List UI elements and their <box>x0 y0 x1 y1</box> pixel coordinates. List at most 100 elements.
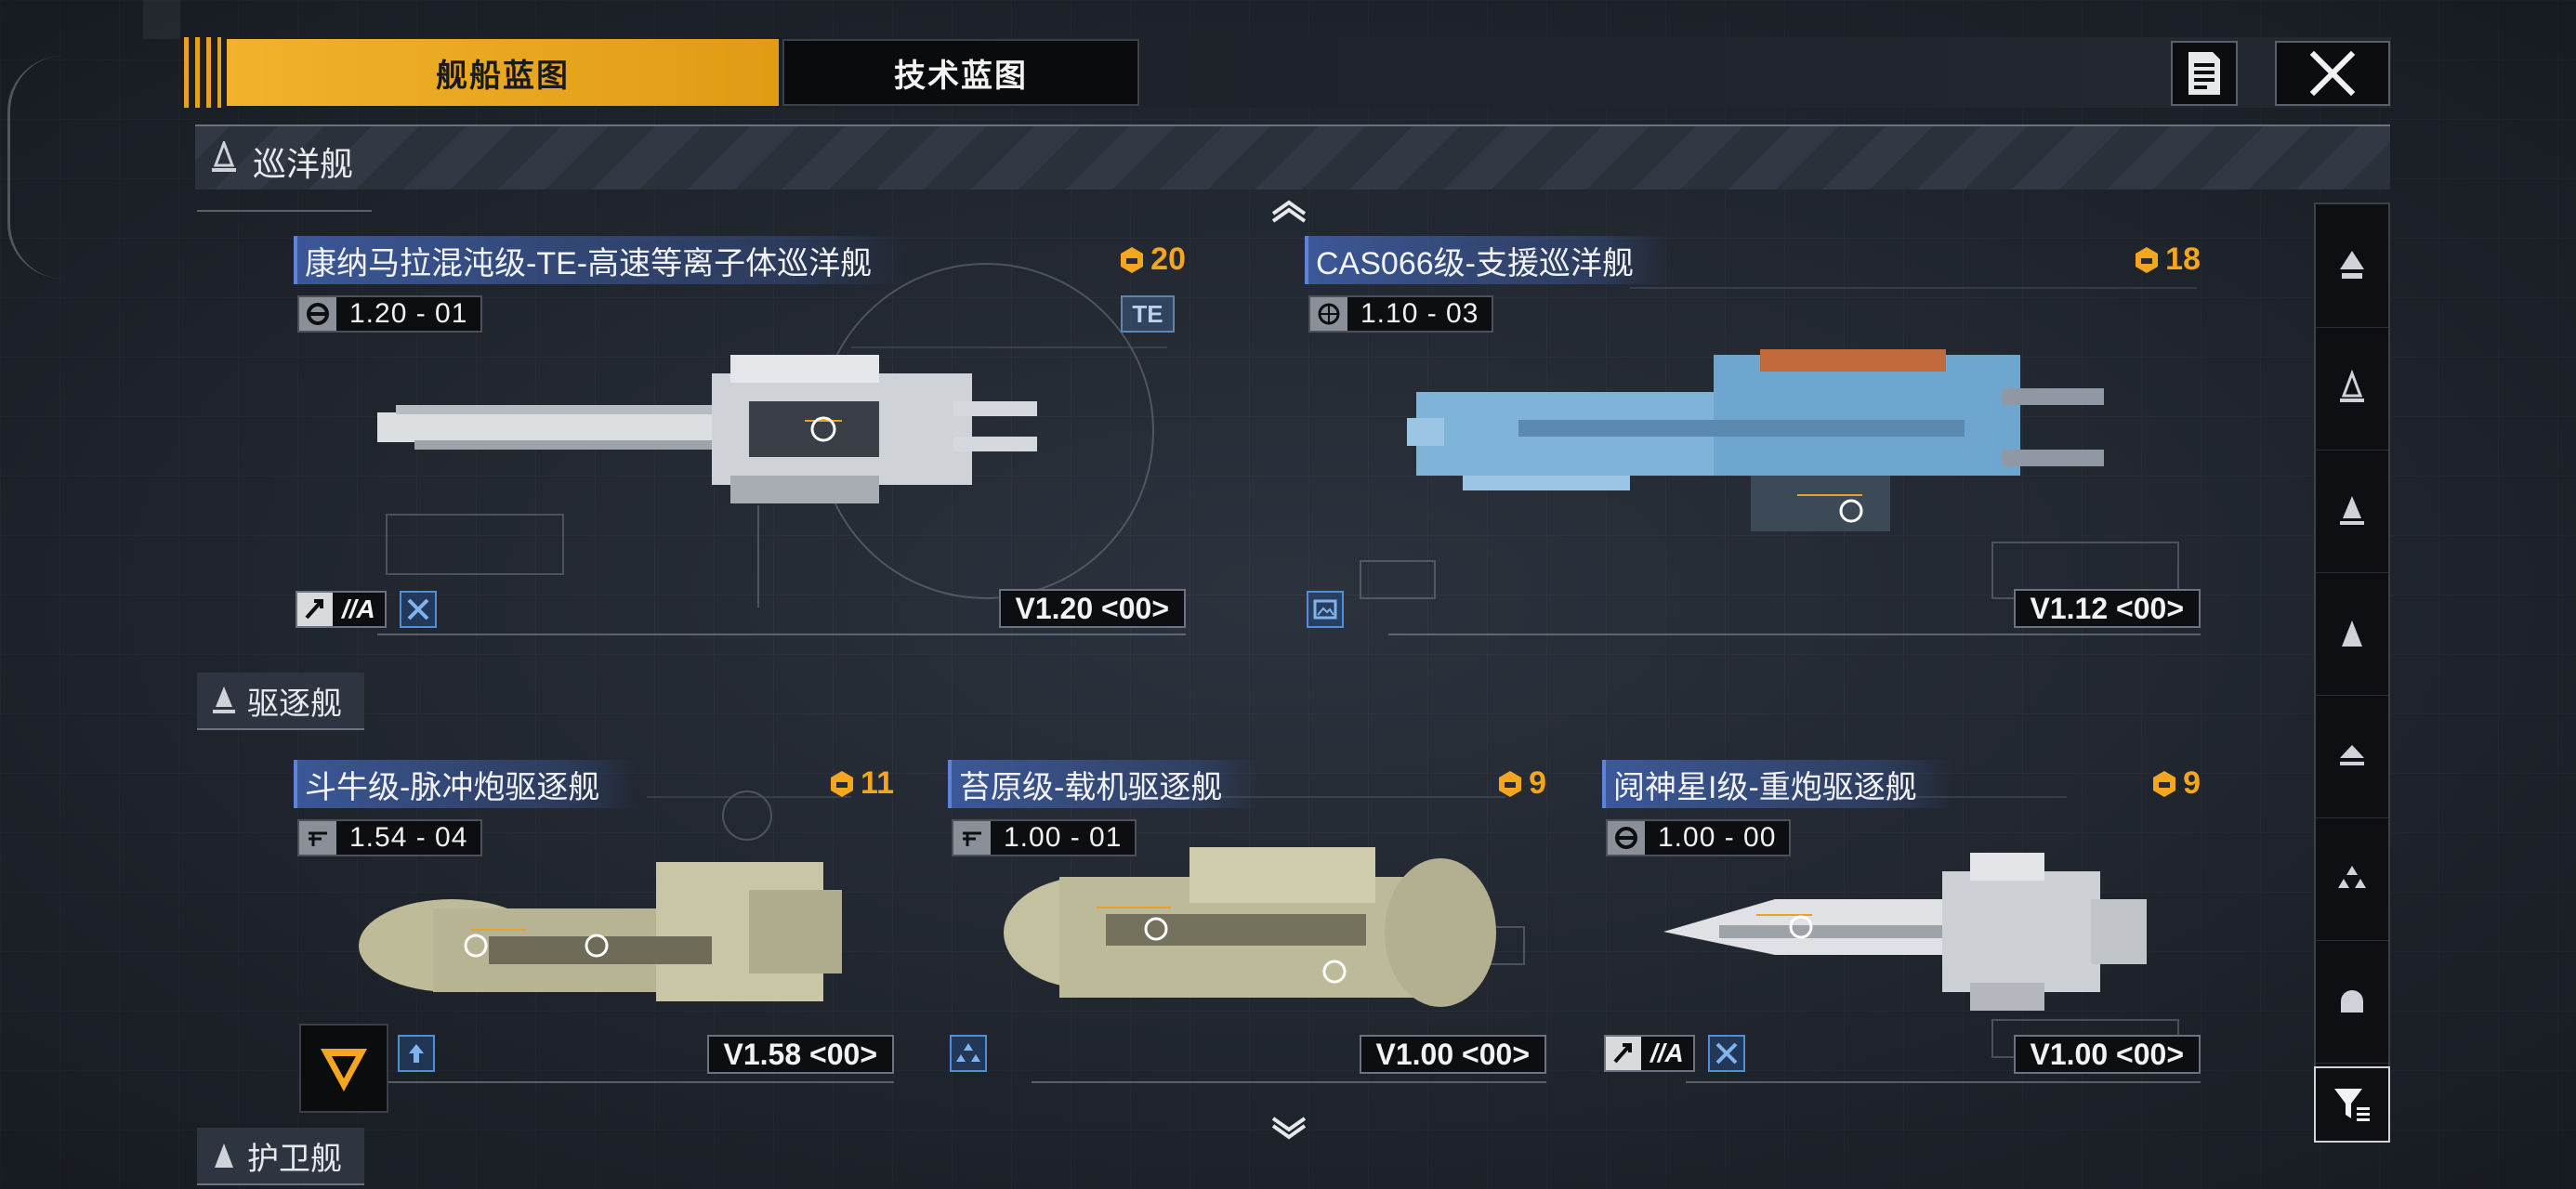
ship-cost: 11 <box>827 765 894 802</box>
card-baseline <box>1686 1081 2201 1083</box>
ship-title: 苔原级-载机驱逐舰 <box>948 760 1260 808</box>
ship-version-text: 1.00 - 00 <box>1658 822 1777 853</box>
rail-item-frigate[interactable] <box>2316 572 2388 696</box>
decorative-square <box>143 0 180 39</box>
rail-item-destroyer[interactable] <box>2316 450 2388 573</box>
cruiser-class-icon <box>212 141 236 172</box>
ship-cost: 18 <box>2132 242 2201 278</box>
ship-title: 斗牛级-脉冲炮驱逐舰 <box>294 760 637 808</box>
decorative-arc <box>7 56 66 279</box>
rail-item-battleship[interactable] <box>2316 204 2388 328</box>
scroll-down-icon[interactable] <box>1266 1117 1312 1144</box>
carrier-class-icon <box>2340 745 2364 765</box>
blueprint-version: V1.00 <00> <box>1359 1035 1546 1074</box>
close-icon <box>2309 50 2356 97</box>
ship-version-badge: 1.10 - 03 <box>1308 295 1494 333</box>
card-baseline <box>1032 1081 1546 1083</box>
filter-icon <box>2334 1089 2370 1121</box>
ship-card[interactable]: 苔原级-载机驱逐舰 9 1.00 - 01 V1.00 <00> <box>948 760 1546 1085</box>
manufacturer-icon <box>1310 297 1347 331</box>
ship-cost-value: 9 <box>2183 765 2201 801</box>
rail-item-cruiser[interactable] <box>2316 327 2388 451</box>
document-icon <box>2188 52 2220 95</box>
ship-cost-value: 18 <box>2165 242 2201 277</box>
ship-title: CAS066级-支援巡洋舰 <box>1305 236 1671 284</box>
tech-edition-tag: TE <box>1121 295 1175 333</box>
ship-model-image <box>1663 853 2147 1011</box>
card-baseline <box>1388 634 2201 635</box>
attack-role-icon <box>297 593 333 626</box>
ship-tags <box>1307 591 1344 628</box>
blueprint-version: V1.58 <00> <box>706 1035 894 1074</box>
ship-cost: 9 <box>2149 765 2201 802</box>
close-button[interactable] <box>2275 41 2390 106</box>
ship-model-image <box>377 355 1037 503</box>
weapon-type-badge <box>399 591 437 628</box>
card-baseline <box>377 634 1186 635</box>
triangle-emblem-icon <box>321 1049 367 1091</box>
blueprint-version: V1.12 <00> <box>2013 589 2201 628</box>
role-badge: //A <box>1604 1035 1695 1072</box>
filter-button[interactable] <box>2314 1066 2390 1143</box>
weapon-type-badge <box>1707 1035 1745 1072</box>
support-class-icon <box>2341 990 2363 1013</box>
ship-version-text: 1.10 - 03 <box>1360 298 1479 329</box>
hexagon-cost-icon <box>831 770 854 797</box>
blueprint-version: V1.00 <00> <box>2013 1035 2201 1074</box>
manufacturer-icon <box>1608 821 1645 855</box>
section-header-cruiser: 巡洋舰 <box>195 124 2390 189</box>
ship-card[interactable]: CAS066级-支援巡洋舰 18 1.10 - 03 V1.12 <00> <box>1305 236 2201 635</box>
rail-item-aircraft[interactable] <box>2316 817 2388 941</box>
landscape-icon <box>1313 599 1337 620</box>
ship-card[interactable]: 康纳马拉混沌级-TE-高速等离子体巡洋舰 20 1.20 - 01 TE //A… <box>294 236 1186 635</box>
ship-cost-value: 9 <box>1529 765 1546 801</box>
section-title: 巡洋舰 <box>253 145 354 183</box>
tab-tech-blueprint[interactable]: 技术蓝图 <box>782 39 1139 106</box>
ship-cost: 20 <box>1117 242 1186 278</box>
faction-badge[interactable] <box>299 1024 388 1113</box>
role-text: //A <box>1650 1039 1684 1067</box>
scrolled-section-remnant <box>197 182 372 212</box>
blueprint-tab-bar: 舰船蓝图 技术蓝图 <box>184 37 2391 108</box>
ship-card[interactable]: 阋神星I级-重炮驱逐舰 9 1.00 - 00 //A V1.00 <00> <box>1602 760 2201 1085</box>
ship-title: 阋神星I级-重炮驱逐舰 <box>1602 760 1954 808</box>
frigate-class-icon <box>215 1143 233 1168</box>
section-header-frigate: 护卫舰 <box>197 1128 364 1185</box>
blueprint-version: V1.20 <00> <box>998 589 1186 628</box>
role-badge: //A <box>296 591 387 628</box>
attack-role-icon <box>1606 1037 1641 1070</box>
role-text: //A <box>342 594 375 623</box>
manufacturer-icon <box>299 297 336 331</box>
manufacturer-icon <box>953 821 991 855</box>
arrow-up-icon <box>409 1044 424 1063</box>
ship-version-text: 1.20 - 01 <box>349 298 468 329</box>
rail-item-support[interactable] <box>2316 940 2388 1064</box>
frigate-class-icon <box>2342 621 2362 647</box>
manufacturer-icon <box>299 821 336 855</box>
document-button[interactable] <box>2171 41 2238 106</box>
rail-item-carrier[interactable] <box>2316 695 2388 818</box>
ship-title: 康纳马拉混沌级-TE-高速等离子体巡洋舰 <box>294 236 910 284</box>
support-type-badge <box>1307 591 1344 628</box>
destroyer-class-icon <box>2340 496 2364 525</box>
hexagon-cost-icon <box>2153 770 2176 797</box>
section-title: 驱逐舰 <box>247 686 342 722</box>
tab-ship-blueprint[interactable]: 舰船蓝图 <box>227 39 779 106</box>
scroll-up-icon[interactable] <box>1266 195 1312 223</box>
ship-model-image <box>1407 349 2104 531</box>
cruiser-class-icon <box>2340 370 2364 402</box>
hexagon-cost-icon <box>1499 770 1522 797</box>
battleship-class-icon <box>2340 251 2364 279</box>
card-baseline <box>377 1081 894 1083</box>
upgrade-type-badge <box>398 1035 435 1072</box>
section-header-destroyer: 驱逐舰 <box>197 673 364 730</box>
ship-cost-value: 11 <box>861 765 894 801</box>
hexagon-cost-icon <box>2136 246 2159 273</box>
ship-model-image <box>359 862 842 1001</box>
ship-class-filter-rail <box>2314 203 2390 1143</box>
ship-version-badge: 1.20 - 01 <box>297 295 483 333</box>
ship-tags: //A <box>296 591 437 628</box>
ship-cost: 9 <box>1495 765 1546 802</box>
ship-tags <box>950 1035 987 1072</box>
section-title: 护卫舰 <box>247 1141 342 1177</box>
